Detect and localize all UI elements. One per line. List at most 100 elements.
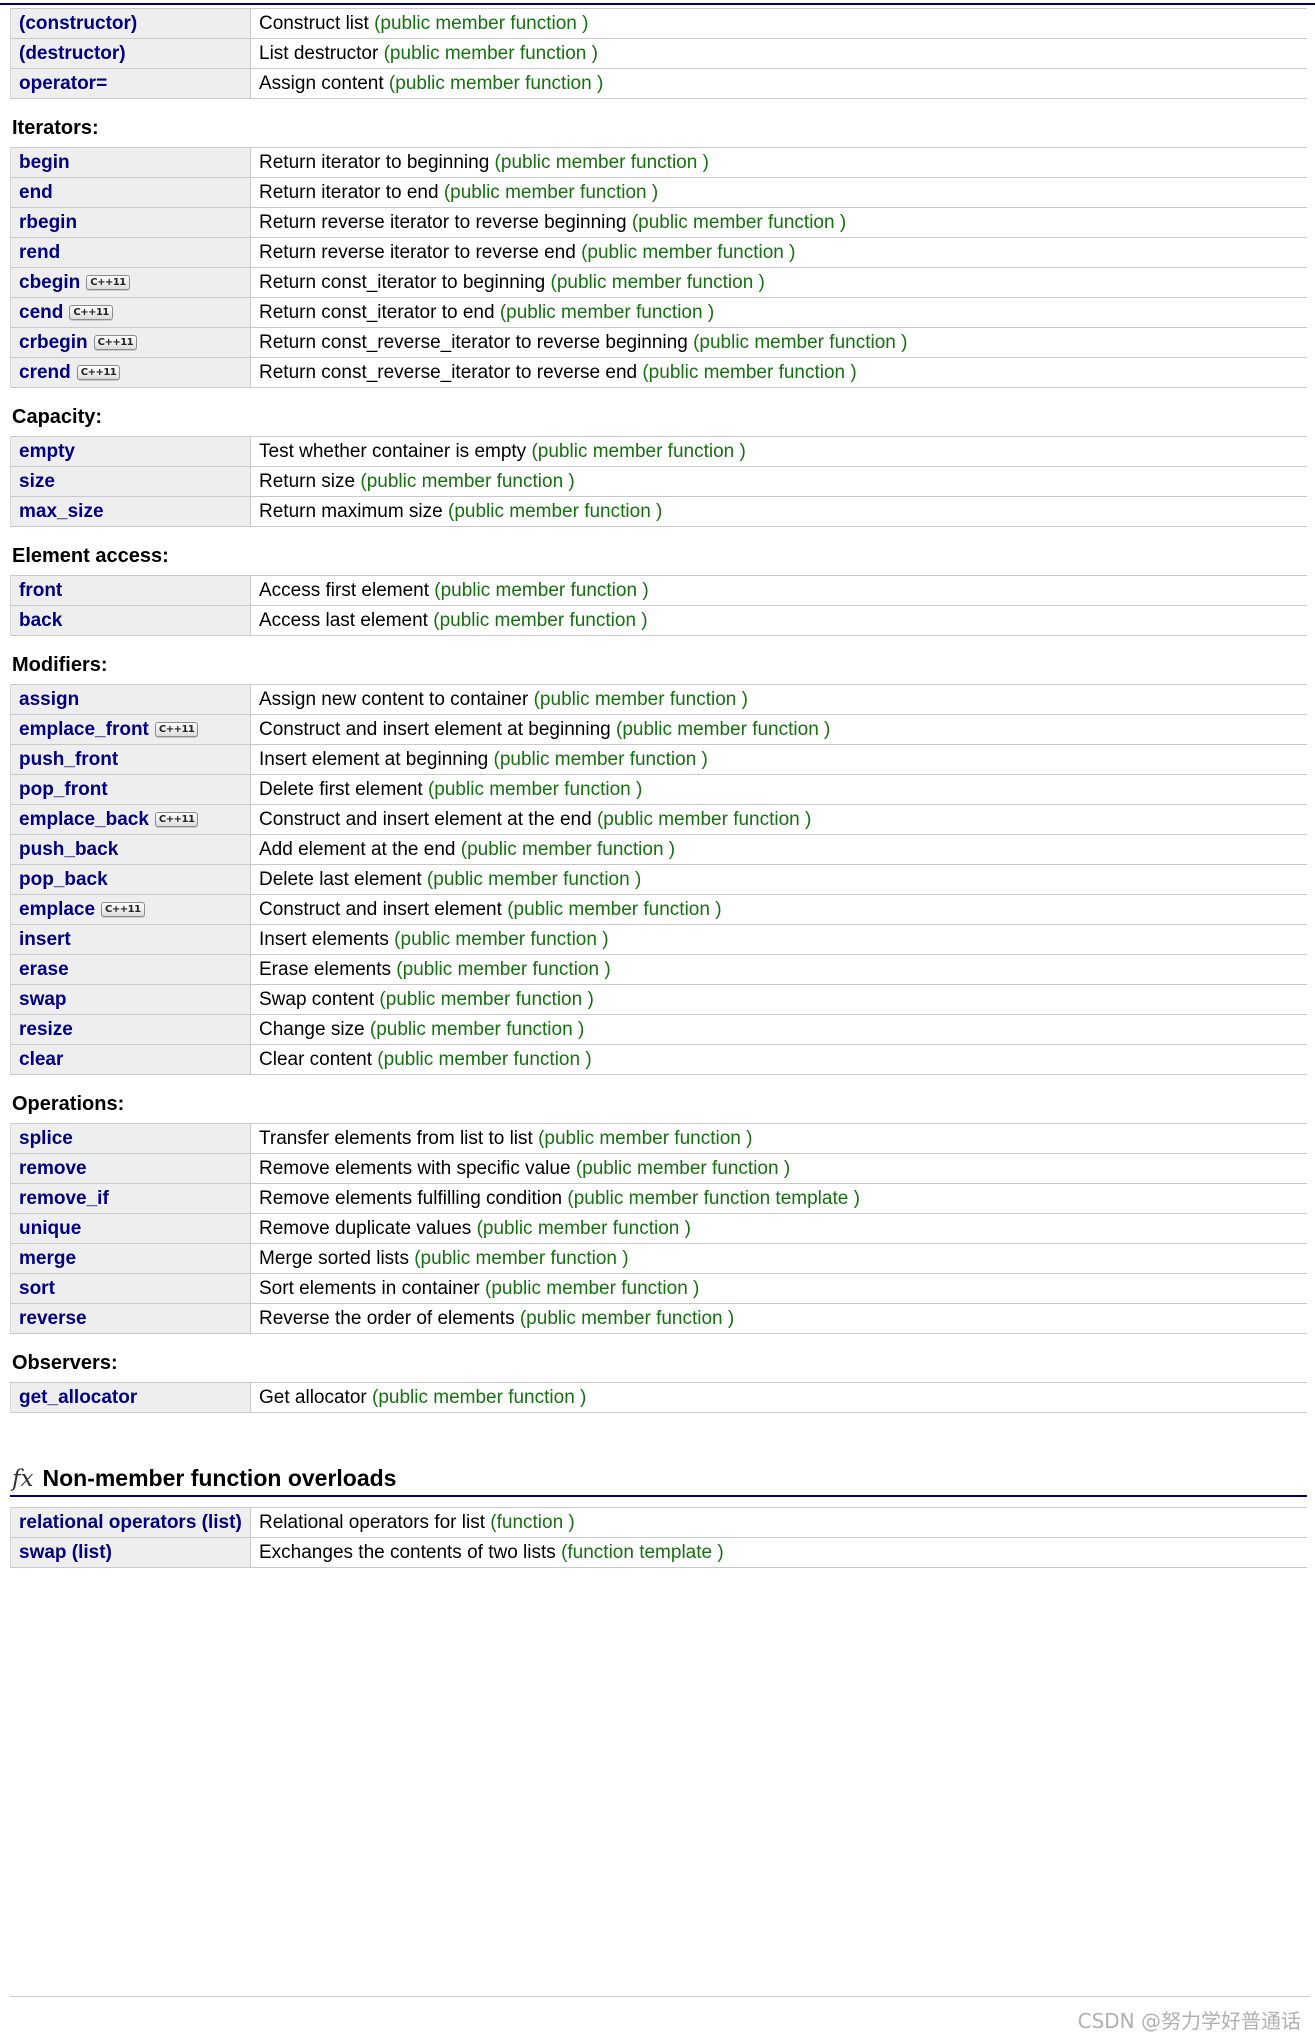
member-name-cell[interactable]: crend C++11: [10, 357, 251, 388]
member-name-cell[interactable]: reverse: [10, 1303, 251, 1334]
member-name-cell[interactable]: swap (list): [10, 1537, 251, 1568]
member-name-link[interactable]: cbegin: [19, 272, 80, 293]
member-name-link[interactable]: rbegin: [19, 212, 77, 233]
table-row: empty Test whether container is empty (pu…: [10, 436, 1307, 467]
member-name-cell[interactable]: pop_front: [10, 774, 251, 805]
member-description-cell: Swap content (public member function ): [250, 984, 1307, 1015]
member-name-link[interactable]: crend: [19, 362, 71, 383]
table-row: crbegin C++11 Return const_reverse_iterato…: [10, 327, 1307, 358]
member-name-link[interactable]: clear: [19, 1049, 63, 1070]
member-name-link[interactable]: cend: [19, 302, 63, 323]
member-name-cell[interactable]: pop_back: [10, 864, 251, 895]
member-name-link[interactable]: front: [19, 580, 62, 601]
table-row: swap Swap content (public member function…: [10, 984, 1307, 1015]
member-name-cell[interactable]: resize: [10, 1014, 251, 1045]
member-name-cell[interactable]: emplace_back C++11: [10, 804, 251, 835]
member-description-text: Return const_iterator to end: [259, 301, 500, 323]
member-name-cell[interactable]: emplace C++11: [10, 894, 251, 925]
member-name-cell[interactable]: end: [10, 177, 251, 208]
table-row: cend C++11 Return const_iterator to end (p…: [10, 297, 1307, 328]
member-description-text: List destructor: [259, 42, 384, 64]
member-name-cell[interactable]: max_size: [10, 496, 251, 527]
member-name-link[interactable]: max_size: [19, 501, 104, 522]
member-name-link[interactable]: erase: [19, 959, 69, 980]
member-description-cell: Change size (public member function ): [250, 1014, 1307, 1045]
member-name-link[interactable]: push_front: [19, 749, 118, 770]
member-name-link[interactable]: remove_if: [19, 1188, 109, 1209]
member-name-cell[interactable]: (destructor): [10, 38, 251, 69]
member-name-link[interactable]: operator=: [19, 73, 107, 94]
member-name-cell[interactable]: swap: [10, 984, 251, 1015]
member-name-cell[interactable]: remove_if: [10, 1183, 251, 1214]
member-name-cell[interactable]: push_front: [10, 744, 251, 775]
member-name-link[interactable]: emplace: [19, 899, 95, 920]
member-name-link[interactable]: reverse: [19, 1308, 87, 1329]
member-name-link[interactable]: swap (list): [19, 1542, 112, 1563]
member-name-link[interactable]: relational operators (list): [19, 1512, 242, 1533]
member-name-cell[interactable]: size: [10, 466, 251, 497]
member-name-link[interactable]: pop_back: [19, 869, 108, 890]
member-name-cell[interactable]: assign: [10, 684, 251, 715]
member-name-link[interactable]: back: [19, 610, 62, 631]
member-name-link[interactable]: (constructor): [19, 13, 137, 34]
member-description-cell: Construct list (public member function ): [250, 8, 1307, 39]
table-row: sort Sort elements in container (public m…: [10, 1273, 1307, 1304]
member-description-cell: Reverse the order of elements (public me…: [250, 1303, 1307, 1334]
member-name-cell[interactable]: rbegin: [10, 207, 251, 238]
member-name-link[interactable]: merge: [19, 1248, 76, 1269]
member-name-cell[interactable]: merge: [10, 1243, 251, 1274]
member-name-cell[interactable]: erase: [10, 954, 251, 985]
member-description-text: Relational operators for list: [259, 1511, 491, 1533]
member-description-text: Return const_reverse_iterator to reverse…: [259, 361, 643, 383]
member-name-cell[interactable]: rend: [10, 237, 251, 268]
member-name-cell[interactable]: cend C++11: [10, 297, 251, 328]
member-name-cell[interactable]: insert: [10, 924, 251, 955]
member-name-link[interactable]: empty: [19, 441, 75, 462]
member-name-cell[interactable]: back: [10, 605, 251, 636]
member-name-link[interactable]: pop_front: [19, 779, 108, 800]
member-name-link[interactable]: swap: [19, 989, 67, 1010]
member-name-cell[interactable]: front: [10, 575, 251, 606]
member-name-link[interactable]: emplace_back: [19, 809, 149, 830]
member-description-text: Sort elements in container: [259, 1277, 486, 1299]
member-name-link[interactable]: resize: [19, 1019, 73, 1040]
member-kind-text: (public member function ): [616, 718, 831, 740]
fx-icon: fx: [12, 1466, 34, 1492]
member-name-cell[interactable]: empty: [10, 436, 251, 467]
member-description-cell: Delete last element (public member funct…: [250, 864, 1307, 895]
member-name-link[interactable]: emplace_front: [19, 719, 149, 740]
member-name-link[interactable]: (destructor): [19, 43, 126, 64]
table-row: clear Clear content (public member functi…: [10, 1044, 1307, 1075]
member-name-cell[interactable]: splice: [10, 1123, 251, 1154]
member-name-cell[interactable]: emplace_front C++11: [10, 714, 251, 745]
member-name-link[interactable]: sort: [19, 1278, 55, 1299]
member-name-cell[interactable]: remove: [10, 1153, 251, 1184]
member-name-link[interactable]: splice: [19, 1128, 73, 1149]
member-name-cell[interactable]: push_back: [10, 834, 251, 865]
member-name-cell[interactable]: (constructor): [10, 8, 251, 39]
member-name-link[interactable]: remove: [19, 1158, 87, 1179]
member-name-link[interactable]: push_back: [19, 839, 118, 860]
member-name-link[interactable]: assign: [19, 689, 79, 710]
member-name-link[interactable]: crbegin: [19, 332, 88, 353]
member-name-link[interactable]: size: [19, 471, 55, 492]
member-name-link[interactable]: end: [19, 182, 53, 203]
member-name-cell[interactable]: relational operators (list): [10, 1507, 251, 1538]
member-name-cell[interactable]: crbegin C++11: [10, 327, 251, 358]
member-name-link[interactable]: get_allocator: [19, 1387, 137, 1408]
member-name-cell[interactable]: clear: [10, 1044, 251, 1075]
member-name-cell[interactable]: get_allocator: [10, 1382, 251, 1413]
member-name-link[interactable]: unique: [19, 1218, 81, 1239]
member-name-link[interactable]: insert: [19, 929, 71, 950]
member-name-cell[interactable]: unique: [10, 1213, 251, 1244]
member-name-cell[interactable]: cbegin C++11: [10, 267, 251, 298]
member-name-link[interactable]: begin: [19, 152, 70, 173]
member-name-cell[interactable]: sort: [10, 1273, 251, 1304]
nonmember-table: relational operators (list) Relational op…: [10, 1507, 1307, 1568]
table-row: size Return size (public member function …: [10, 466, 1307, 497]
member-name-cell[interactable]: begin: [10, 147, 251, 178]
member-kind-text: (function ): [490, 1511, 575, 1533]
member-name-cell[interactable]: operator=: [10, 68, 251, 99]
member-name-link[interactable]: rend: [19, 242, 60, 263]
table-row: reverse Reverse the order of elements (pu…: [10, 1303, 1307, 1334]
